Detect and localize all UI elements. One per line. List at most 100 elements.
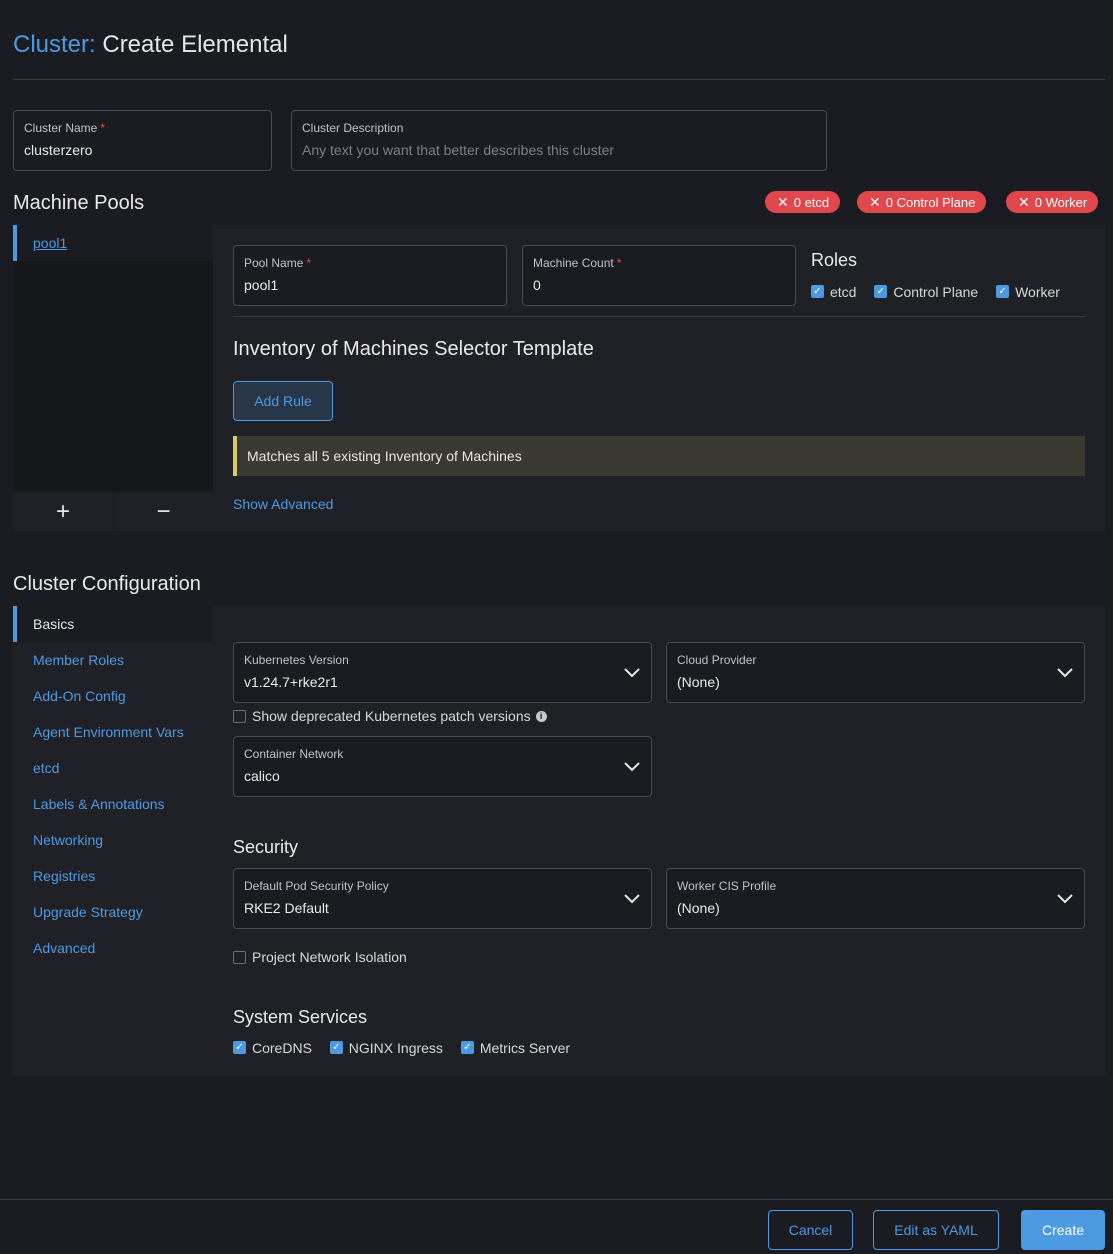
checkbox-label: Metrics Server (479, 1039, 571, 1056)
container-network-value: calico (244, 768, 280, 784)
chevron-down-icon (624, 668, 640, 678)
psp-label: Default Pod Security Policy (244, 879, 389, 893)
container-network-label: Container Network (244, 747, 344, 761)
required-marker: * (306, 256, 312, 270)
coredns-checkbox[interactable]: ✓ CoreDNS (233, 1040, 312, 1056)
kubernetes-version-select[interactable]: Kubernetes Version v1.24.7+rke2r1 (233, 642, 652, 703)
add-rule-button[interactable]: Add Rule (233, 381, 333, 421)
pool-tab-pool1[interactable]: pool1 (13, 225, 213, 261)
chevron-down-icon (624, 894, 640, 904)
pool-list (13, 225, 213, 492)
kubernetes-version-label: Kubernetes Version (244, 653, 349, 667)
cluster-name-label: Cluster Name (24, 121, 98, 135)
pool-divider (233, 316, 1085, 317)
worker-count-badge: ✕ 0 Worker (1006, 191, 1099, 213)
check-icon: ✓ (329, 1041, 343, 1054)
role-etcd-checkbox[interactable]: ✓ etcd (811, 284, 856, 300)
pool-name-field[interactable]: Pool Name * pool1 (233, 245, 507, 306)
tab-labels-annotations[interactable]: Labels & Annotations (13, 786, 213, 822)
cluster-description-input[interactable]: Any text you want that better describes … (302, 141, 816, 159)
badge-text: 0 Control Plane (885, 194, 976, 210)
cancel-button[interactable]: Cancel (768, 1210, 853, 1250)
project-network-isolation-checkbox[interactable]: Project Network Isolation (233, 949, 407, 965)
title-prefix: Cluster: (13, 31, 96, 58)
show-advanced-link[interactable]: Show Advanced (233, 496, 333, 512)
chevron-down-icon (1057, 894, 1073, 904)
edit-as-yaml-button[interactable]: Edit as YAML (873, 1210, 999, 1250)
checkbox-box (233, 950, 246, 964)
tab-add-on-config[interactable]: Add-On Config (13, 678, 213, 714)
system-services-title: System Services (233, 1007, 368, 1027)
cluster-description-field[interactable]: Cluster Description Any text you want th… (291, 110, 827, 171)
close-icon: ✕ (1018, 193, 1030, 210)
checkbox-label: NGINX Ingress (348, 1039, 443, 1056)
cluster-config-title: Cluster Configuration (13, 573, 201, 595)
checkbox-label: Control Plane (893, 283, 979, 300)
security-title: Security (233, 837, 299, 857)
tab-networking[interactable]: Networking (13, 822, 213, 858)
inventory-selector-title: Inventory of Machines Selector Template (233, 338, 594, 360)
etcd-count-badge: ✕ 0 etcd (765, 191, 841, 213)
tab-upgrade-strategy[interactable]: Upgrade Strategy (13, 894, 213, 930)
cluster-name-field[interactable]: Cluster Name * clusterzero (13, 110, 272, 171)
checkbox-label: Project Network Isolation (252, 949, 407, 965)
show-deprecated-checkbox[interactable]: Show deprecated Kubernetes patch version… (233, 708, 547, 724)
tab-basics[interactable]: Basics (13, 606, 213, 642)
roles-title: Roles (811, 250, 858, 270)
machine-count-input[interactable]: 0 (533, 276, 785, 294)
show-deprecated-row: Show deprecated Kubernetes patch version… (233, 708, 561, 726)
worker-cis-profile-select[interactable]: Worker CIS Profile (None) (666, 868, 1085, 929)
cluster-name-input[interactable]: clusterzero (24, 141, 261, 159)
cis-label: Worker CIS Profile (677, 879, 777, 893)
control-plane-count-badge: ✕ 0 Control Plane (857, 191, 987, 213)
add-pool-button[interactable]: + (13, 493, 113, 531)
role-worker-checkbox[interactable]: ✓ Worker (996, 284, 1060, 300)
pool-name-input[interactable]: pool1 (244, 276, 496, 294)
tab-agent-env-vars[interactable]: Agent Environment Vars (13, 714, 213, 750)
checkbox-label: Show deprecated Kubernetes patch version… (252, 708, 531, 724)
cloud-provider-label: Cloud Provider (677, 653, 757, 667)
pool-name-label: Pool Name (244, 256, 304, 270)
required-marker: * (616, 256, 622, 270)
network-isolation-row: Project Network Isolation (233, 949, 421, 967)
roles-checkboxes: ✓ etcd ✓ Control Plane ✓ Worker (811, 281, 1074, 300)
close-icon: ✕ (777, 193, 789, 210)
badge-text: 0 Worker (1034, 194, 1088, 210)
checkbox-label: Worker (1015, 283, 1060, 300)
inventory-match-alert: Matches all 5 existing Inventory of Mach… (233, 436, 1085, 476)
check-icon: ✓ (460, 1041, 474, 1054)
psp-value: RKE2 Default (244, 900, 329, 916)
pod-security-policy-select[interactable]: Default Pod Security Policy RKE2 Default (233, 868, 652, 929)
tab-registries[interactable]: Registries (13, 858, 213, 894)
create-button[interactable]: Create (1021, 1210, 1105, 1250)
checkbox-box (233, 709, 246, 723)
check-icon: ✓ (874, 285, 888, 298)
title-rest: Create Elemental (102, 31, 288, 58)
checkbox-label: etcd (830, 283, 857, 300)
check-icon: ✓ (233, 1041, 246, 1054)
close-icon: ✕ (869, 193, 881, 210)
cloud-provider-value: (None) (677, 674, 720, 690)
checkbox-label: CoreDNS (252, 1039, 312, 1056)
nginx-ingress-checkbox[interactable]: ✓ NGINX Ingress (329, 1039, 443, 1056)
metrics-server-checkbox[interactable]: ✓ Metrics Server (460, 1039, 571, 1056)
badge-text: 0 etcd (793, 194, 830, 210)
cis-value: (None) (677, 900, 720, 916)
tab-member-roles[interactable]: Member Roles (13, 642, 213, 678)
machine-count-label: Machine Count (533, 256, 614, 270)
chevron-down-icon (624, 762, 640, 772)
tab-advanced[interactable]: Advanced (13, 930, 213, 966)
cluster-description-label: Cluster Description (302, 121, 404, 135)
page-title: Cluster: Create Elemental (13, 30, 288, 60)
check-icon: ✓ (811, 285, 824, 298)
container-network-select[interactable]: Container Network calico (233, 736, 652, 797)
system-services-checkboxes: ✓ CoreDNS ✓ NGINX Ingress ✓ Metrics Server (233, 1037, 584, 1056)
info-icon[interactable]: i (535, 710, 547, 722)
machine-pools-title: Machine Pools (13, 192, 145, 214)
remove-pool-button[interactable]: − (114, 493, 213, 531)
role-control-plane-checkbox[interactable]: ✓ Control Plane (874, 284, 978, 300)
machine-count-field[interactable]: Machine Count * 0 (522, 245, 796, 306)
tab-etcd[interactable]: etcd (13, 750, 213, 786)
cloud-provider-select[interactable]: Cloud Provider (None) (666, 642, 1085, 703)
header-divider (13, 79, 1105, 80)
